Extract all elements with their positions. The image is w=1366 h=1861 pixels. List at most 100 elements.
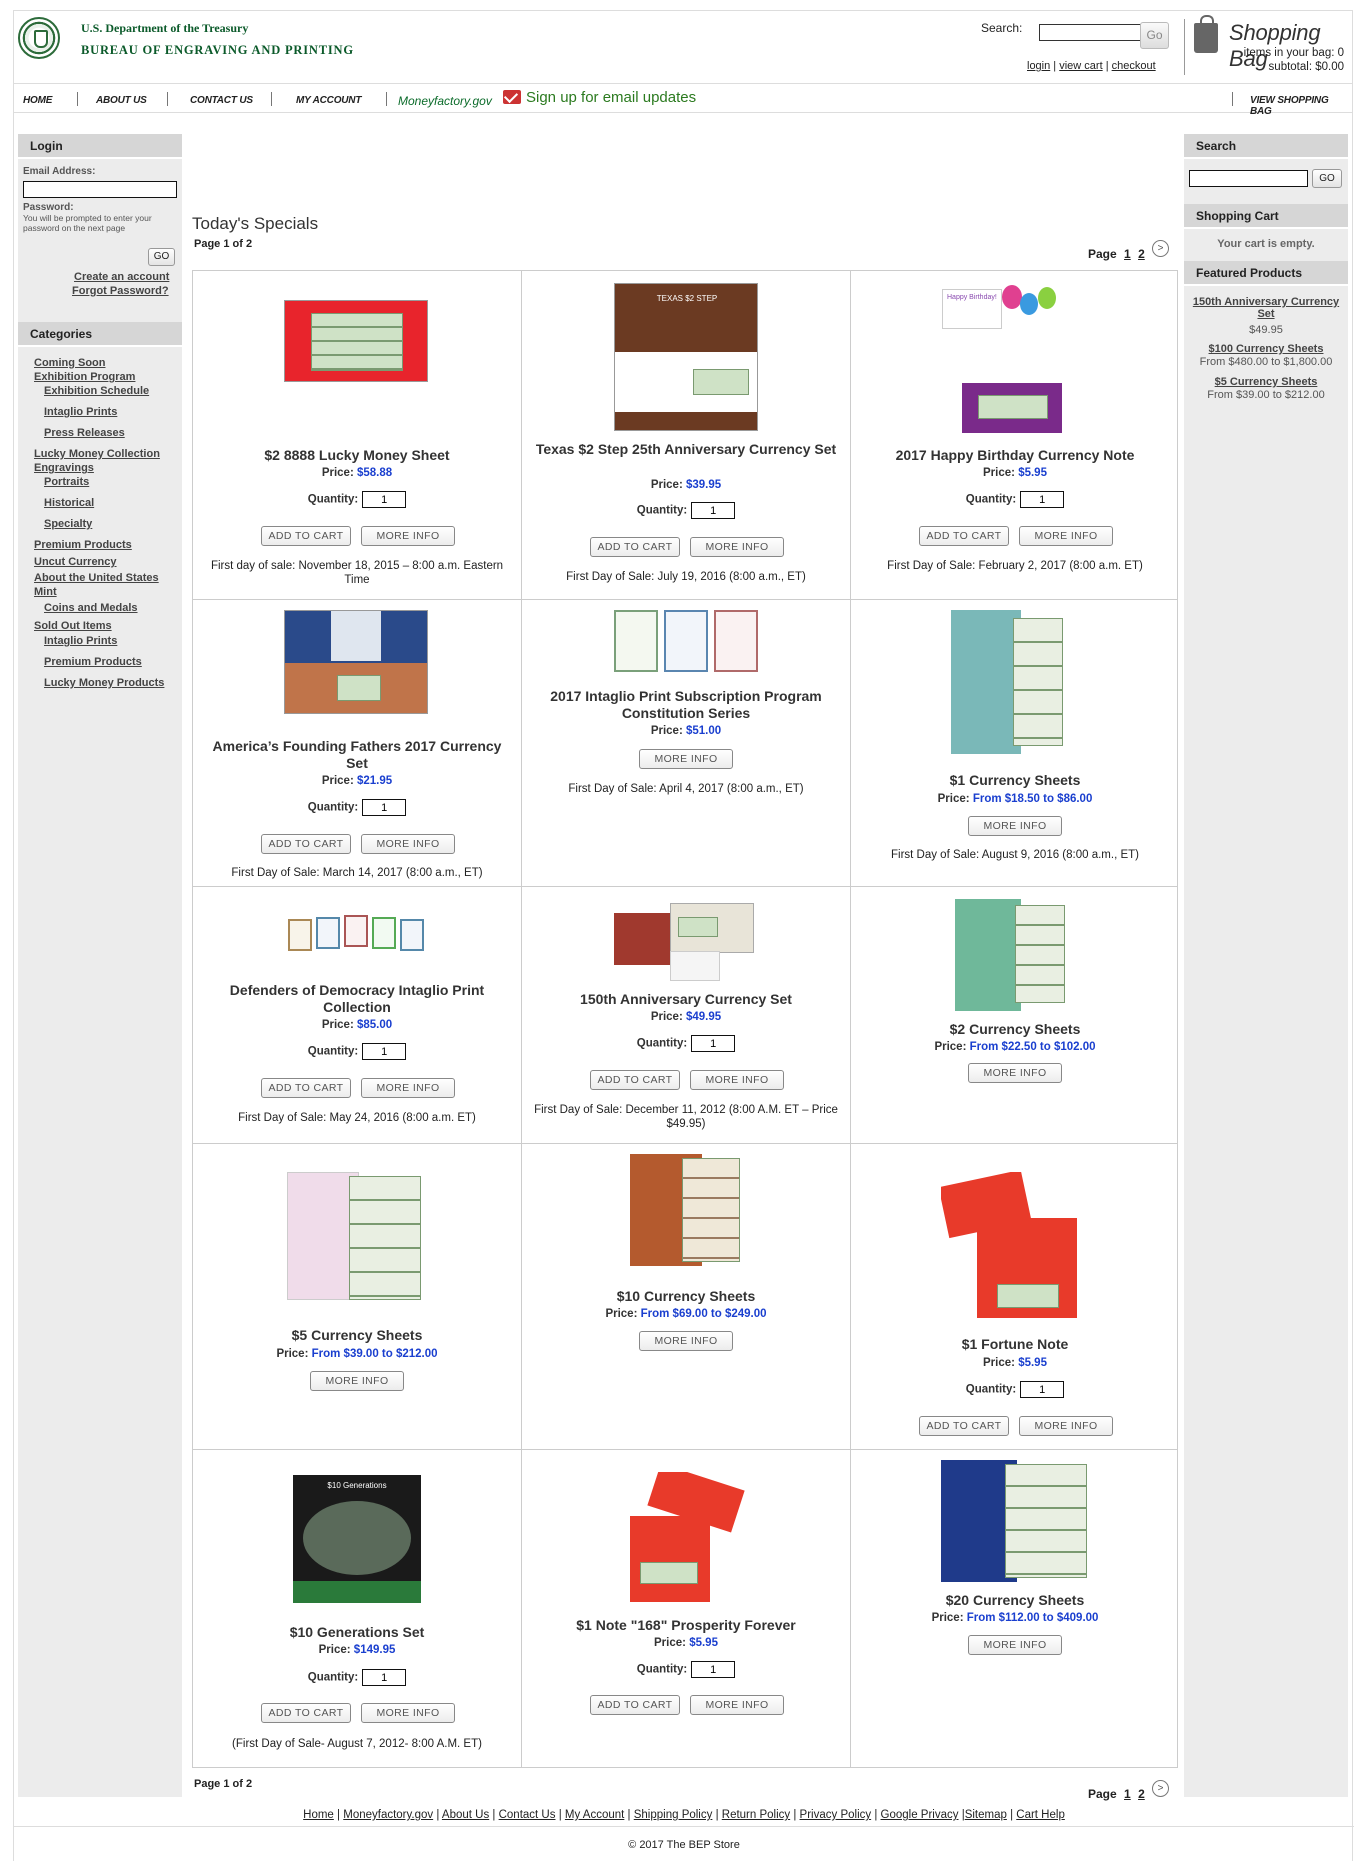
nav-moneyfactory[interactable]: Moneyfactory.gov — [398, 94, 492, 108]
footer-link-contact-us[interactable]: Contact Us — [499, 1809, 556, 1821]
login-link[interactable]: login — [1027, 60, 1050, 72]
page-2-link[interactable]: 2 — [1138, 247, 1145, 261]
more-info-button[interactable]: MORE INFO — [1019, 1416, 1113, 1436]
footer-link-about-us[interactable]: About Us — [442, 1809, 489, 1821]
add-to-cart-button[interactable]: ADD TO CART — [261, 834, 351, 854]
footer-link-cart-help[interactable]: Cart Help — [1016, 1809, 1065, 1821]
add-to-cart-button[interactable]: ADD TO CART — [590, 1070, 680, 1090]
more-info-button[interactable]: MORE INFO — [361, 526, 455, 546]
more-info-button[interactable]: MORE INFO — [310, 1371, 404, 1391]
more-info-button[interactable]: MORE INFO — [361, 834, 455, 854]
category-sold-out-items[interactable]: Sold Out Items — [34, 620, 112, 632]
more-info-button[interactable]: MORE INFO — [690, 1070, 784, 1090]
more-info-button[interactable]: MORE INFO — [690, 1695, 784, 1715]
product-image-5-sheets[interactable] — [287, 1172, 427, 1304]
product-image-intaglio-subscription[interactable] — [614, 610, 758, 674]
sidebar-search-go-button[interactable]: GO — [1312, 169, 1342, 188]
category-coins-and-medals[interactable]: Coins and Medals — [44, 602, 138, 614]
more-info-button[interactable]: MORE INFO — [690, 537, 784, 557]
featured-5-sheets-name[interactable]: $5 Currency Sheets — [1184, 376, 1348, 388]
product-name[interactable]: $2 Currency Sheets — [861, 1021, 1169, 1038]
product-name[interactable]: 150th Anniversary Currency Set — [532, 991, 840, 1008]
product-name[interactable]: $5 Currency Sheets — [203, 1327, 511, 1344]
treasury-seal-icon[interactable] — [18, 17, 60, 59]
add-to-cart-button[interactable]: ADD TO CART — [261, 526, 351, 546]
email-signup-link[interactable]: Sign up for email updates — [526, 89, 696, 106]
product-name[interactable]: Defenders of Democracy Intaglio Print Co… — [203, 982, 511, 1016]
product-name[interactable]: $10 Currency Sheets — [532, 1288, 840, 1305]
quantity-input[interactable] — [1020, 491, 1065, 508]
product-name[interactable]: America’s Founding Fathers 2017 Currency… — [203, 738, 511, 772]
page-2-link[interactable]: 2 — [1138, 1787, 1145, 1801]
quantity-input[interactable] — [362, 799, 407, 816]
category-historical[interactable]: Historical — [44, 497, 94, 509]
product-name[interactable]: 2017 Intaglio Print Subscription Program… — [532, 688, 840, 722]
quantity-input[interactable] — [691, 1661, 736, 1678]
next-page-icon[interactable]: > — [1152, 240, 1169, 257]
page-1-link[interactable]: 1 — [1124, 1787, 1131, 1801]
add-to-cart-button[interactable]: ADD TO CART — [590, 537, 680, 557]
nav-about-us[interactable]: ABOUT US — [96, 95, 147, 106]
product-name[interactable]: $1 Fortune Note — [861, 1336, 1169, 1353]
product-image-fortune-note[interactable] — [941, 1172, 1081, 1322]
product-image-20-sheets[interactable] — [941, 1460, 1089, 1582]
product-image-10-generations[interactable]: $10 Generations — [293, 1475, 421, 1603]
quantity-input[interactable] — [691, 502, 736, 519]
category-engravings[interactable]: Engravings — [34, 462, 94, 474]
product-name[interactable]: $1 Note "168" Prosperity Forever — [532, 1617, 840, 1634]
category-sold-out-intaglio-prints[interactable]: Intaglio Prints — [44, 635, 117, 647]
forgot-password-link[interactable]: Forgot Password? — [72, 285, 169, 297]
product-image-founding-fathers[interactable] — [284, 610, 428, 714]
product-name[interactable]: $2 8888 Lucky Money Sheet — [203, 447, 511, 464]
checkout-link[interactable]: checkout — [1112, 60, 1156, 72]
product-image-defenders-collection[interactable] — [284, 913, 428, 955]
category-exhibition-program[interactable]: Exhibition Program — [34, 371, 135, 383]
category-us-mint[interactable]: About the United States Mint — [34, 571, 180, 599]
next-page-icon[interactable]: > — [1152, 1780, 1169, 1797]
product-name[interactable]: $10 Generations Set — [203, 1624, 511, 1641]
footer-link-google-privacy[interactable]: Google Privacy — [881, 1809, 959, 1821]
footer-link-home[interactable]: Home — [303, 1809, 334, 1821]
search-input[interactable] — [1039, 24, 1152, 41]
email-icon[interactable] — [503, 90, 521, 104]
product-image-150th-set[interactable] — [614, 899, 758, 981]
more-info-button[interactable]: MORE INFO — [639, 1331, 733, 1351]
create-account-link[interactable]: Create an account — [74, 271, 169, 283]
more-info-button[interactable]: MORE INFO — [1019, 526, 1113, 546]
product-image-birthday-note[interactable]: Happy Birthday! — [942, 283, 1086, 433]
more-info-button[interactable]: MORE INFO — [361, 1703, 455, 1723]
quantity-input[interactable] — [362, 1043, 407, 1060]
category-press-releases[interactable]: Press Releases — [44, 427, 125, 439]
more-info-button[interactable]: MORE INFO — [639, 749, 733, 769]
footer-link-shipping-policy[interactable]: Shipping Policy — [634, 1809, 713, 1821]
category-portraits[interactable]: Portraits — [44, 476, 89, 488]
email-field[interactable] — [23, 181, 177, 198]
page-1-link[interactable]: 1 — [1124, 247, 1131, 261]
category-lucky-money-products[interactable]: Lucky Money Products — [44, 677, 164, 689]
product-image-lucky-sheet[interactable] — [284, 300, 428, 382]
product-image-2-sheets[interactable] — [955, 899, 1071, 1011]
product-image-1-sheets[interactable] — [951, 610, 1079, 756]
product-name[interactable]: 2017 Happy Birthday Currency Note — [861, 447, 1169, 464]
search-go-button[interactable]: Go — [1140, 22, 1169, 49]
category-exhibition-schedule[interactable]: Exhibition Schedule — [44, 385, 149, 397]
featured-100-sheets-name[interactable]: $100 Currency Sheets — [1184, 343, 1348, 355]
add-to-cart-button[interactable]: ADD TO CART — [590, 1695, 680, 1715]
footer-link-privacy-policy[interactable]: Privacy Policy — [800, 1809, 872, 1821]
quantity-input[interactable] — [362, 1669, 407, 1686]
add-to-cart-button[interactable]: ADD TO CART — [261, 1703, 351, 1723]
quantity-input[interactable] — [1020, 1381, 1065, 1398]
shopping-bag-icon[interactable] — [1194, 15, 1218, 53]
product-image-texas-set[interactable]: TEXAS $2 STEP — [614, 283, 758, 431]
more-info-button[interactable]: MORE INFO — [968, 1063, 1062, 1083]
product-image-10-sheets[interactable] — [630, 1154, 742, 1266]
category-coming-soon[interactable]: Coming Soon — [34, 357, 106, 369]
featured-150th-name[interactable]: 150th Anniversary Currency Set — [1184, 296, 1348, 320]
more-info-button[interactable]: MORE INFO — [968, 816, 1062, 836]
sidebar-search-input[interactable] — [1189, 170, 1308, 187]
footer-link-sitemap[interactable]: Sitemap — [965, 1809, 1007, 1821]
product-name[interactable]: $1 Currency Sheets — [861, 772, 1169, 789]
product-name[interactable]: $20 Currency Sheets — [861, 1592, 1169, 1609]
add-to-cart-button[interactable]: ADD TO CART — [261, 1078, 351, 1098]
more-info-button[interactable]: MORE INFO — [968, 1635, 1062, 1655]
